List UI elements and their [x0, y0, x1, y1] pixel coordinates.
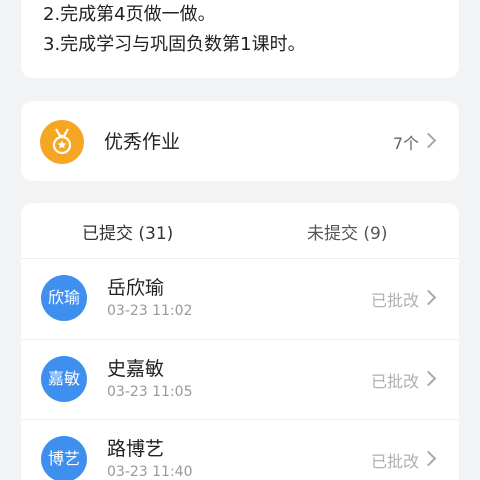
student-name: 路博艺 [107, 438, 165, 460]
chevron-right-icon [420, 289, 437, 306]
status-label: 已批改 [370, 291, 419, 310]
chevron-right-icon [420, 450, 437, 467]
submit-time: 03-23 11:40 [107, 464, 193, 480]
instruction-line-2: 2.完成第4页做一做。 [43, 4, 216, 25]
avatar: 博艺 [41, 436, 87, 480]
submissions-card: 已提交 (31) 未提交 (9) 欣瑜 岳欣瑜 03-23 11:02 已批改 … [21, 203, 459, 480]
instruction-line-3: 3.完成学习与巩固负数第1课时。 [43, 34, 306, 55]
excellent-homework-row[interactable]: 优秀作业 7个 [21, 101, 459, 181]
tab-not-submitted[interactable]: 未提交 (9) [307, 219, 387, 244]
chevron-right-icon [420, 132, 437, 149]
submission-tabs: 已提交 (31) 未提交 (9) [21, 203, 459, 259]
student-name: 史嘉敏 [107, 358, 165, 380]
excellent-homework-title: 优秀作业 [104, 131, 181, 153]
submit-time: 03-23 11:05 [107, 384, 193, 400]
medal-icon [40, 120, 84, 164]
excellent-homework-count: 7个 [392, 134, 419, 153]
avatar: 欣瑜 [41, 275, 87, 321]
tab-submitted[interactable]: 已提交 (31) [82, 219, 173, 244]
avatar: 嘉敏 [41, 356, 87, 402]
student-row[interactable]: 博艺 路博艺 03-23 11:40 已批改 [21, 419, 459, 480]
student-row[interactable]: 欣瑜 岳欣瑜 03-23 11:02 已批改 [21, 259, 459, 339]
chevron-right-icon [420, 370, 437, 387]
status-label: 已批改 [370, 452, 419, 471]
submit-time: 03-23 11:02 [107, 303, 193, 319]
student-name: 岳欣瑜 [107, 277, 165, 299]
status-label: 已批改 [370, 372, 419, 391]
student-row[interactable]: 嘉敏 史嘉敏 03-23 11:05 已批改 [21, 339, 459, 419]
instructions-card: 2.完成第4页做一做。 3.完成学习与巩固负数第1课时。 [21, 0, 459, 78]
